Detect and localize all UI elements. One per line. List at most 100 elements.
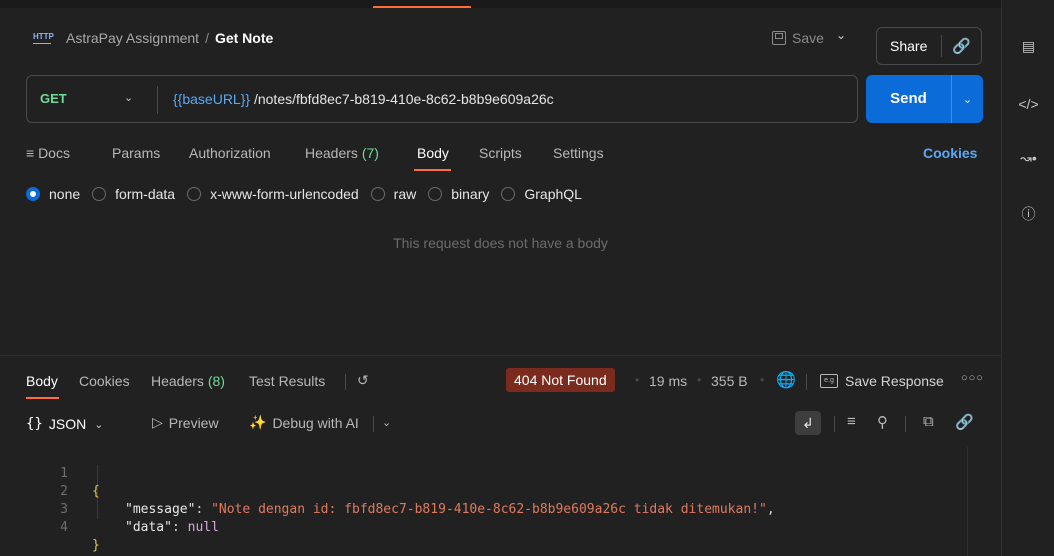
- tab-params[interactable]: Params: [112, 145, 160, 161]
- save-button[interactable]: Save: [772, 26, 824, 50]
- radio-graphql-label: GraphQL: [524, 186, 582, 202]
- send-group: Send ⌄: [866, 75, 983, 123]
- response-size[interactable]: 355 B: [711, 373, 748, 389]
- debug-with-ai-label: Debug with AI: [272, 414, 359, 431]
- response-tab-headers-label: Headers: [151, 373, 204, 389]
- filter-icon[interactable]: ≡: [847, 413, 856, 430]
- globe-icon[interactable]: 🌐: [776, 370, 796, 390]
- line-number: 4: [60, 520, 68, 535]
- response-time[interactable]: 19 ms: [649, 373, 687, 389]
- code-icon[interactable]: </>: [1002, 92, 1054, 116]
- format-select[interactable]: {} JSON ⌄: [26, 412, 103, 436]
- method-select[interactable]: GET: [40, 91, 67, 106]
- play-icon: ▷: [152, 414, 163, 430]
- separator-dot: •: [697, 373, 702, 387]
- body-type-options: none form-data x-www-form-urlencoded raw…: [26, 184, 594, 204]
- history-icon[interactable]: ↺: [357, 372, 369, 389]
- more-options-icon[interactable]: ○○○: [961, 372, 984, 384]
- wrap-lines-icon[interactable]: ↲: [795, 411, 821, 435]
- editor-scrollbar[interactable]: [967, 447, 968, 556]
- response-tab-cookies[interactable]: Cookies: [79, 373, 130, 389]
- url-input[interactable]: {{baseURL}} /notes/fbfd8ec7-b819-410e-8c…: [173, 91, 554, 107]
- tab-body[interactable]: Body: [417, 145, 449, 161]
- tab-settings[interactable]: Settings: [553, 145, 604, 161]
- radio-raw[interactable]: raw: [370, 186, 417, 202]
- code-text: "message": "Note dengan id: fbfd8ec7-b81…: [125, 502, 775, 517]
- search-icon[interactable]: ⚲: [877, 413, 888, 431]
- code-text: {: [92, 484, 100, 499]
- save-label: Save: [792, 30, 824, 46]
- radio-graphql[interactable]: GraphQL: [501, 186, 582, 202]
- response-body-tab-underline: [26, 397, 59, 399]
- radio-urlencoded[interactable]: x-www-form-urlencoded: [187, 186, 359, 202]
- breadcrumb-request-name[interactable]: Get Note: [215, 30, 273, 46]
- radio-binary[interactable]: binary: [428, 186, 489, 202]
- copy-link-icon[interactable]: 🔗: [942, 37, 981, 55]
- copy-icon[interactable]: ⧉: [923, 413, 934, 430]
- cookies-link[interactable]: Cookies: [923, 145, 977, 161]
- radio-icon: [92, 187, 107, 201]
- tab-docs-label: Docs: [38, 145, 70, 161]
- radio-none[interactable]: none: [26, 186, 80, 202]
- http-request-icon: HTTP: [33, 30, 54, 44]
- save-options-chevron-icon[interactable]: ⌄: [836, 28, 846, 42]
- breadcrumb-separator: /: [205, 30, 209, 46]
- tab-scripts[interactable]: Scripts: [479, 145, 522, 161]
- divider: [806, 374, 807, 390]
- url-divider: [157, 86, 158, 114]
- tab-headers[interactable]: Headers (7): [305, 145, 379, 161]
- info-icon[interactable]: ⓘ: [1002, 202, 1054, 226]
- json-comma: ,: [766, 502, 775, 517]
- top-strip: [0, 0, 1001, 8]
- radio-urlencoded-label: x-www-form-urlencoded: [210, 186, 359, 202]
- status-badge[interactable]: 404 Not Found: [506, 368, 615, 392]
- response-tab-headers-count: (8): [207, 373, 225, 389]
- radio-raw-label: raw: [393, 186, 417, 202]
- response-tab-headers[interactable]: Headers (8): [151, 373, 225, 389]
- json-key: "message": [125, 502, 196, 517]
- radio-form-data-label: form-data: [115, 186, 176, 202]
- save-response-button[interactable]: Save Response: [845, 373, 944, 389]
- method-chevron-down-icon[interactable]: ⌄: [124, 91, 133, 104]
- format-label: JSON: [48, 416, 87, 432]
- response-tab-body[interactable]: Body: [26, 373, 58, 389]
- radio-selected-icon: [26, 187, 40, 201]
- response-divider[interactable]: [0, 355, 1001, 356]
- url-variable: {{baseURL}}: [173, 91, 251, 107]
- code-text: }: [92, 538, 100, 553]
- preview-button[interactable]: ▷ Preview: [152, 414, 219, 431]
- share-group: Share 🔗: [876, 27, 982, 65]
- braces-icon: {}: [26, 416, 43, 432]
- request-header: HTTP AstraPay Assignment / Get Note Save ⌄…: [0, 8, 1001, 68]
- response-code-editor[interactable]: 1 { 2 "message": "Note dengan id: fbfd8e…: [26, 447, 968, 556]
- related-collections-icon[interactable]: ↝•: [1002, 146, 1054, 170]
- send-options-chevron-icon[interactable]: ⌄: [952, 93, 983, 106]
- radio-icon: [501, 187, 516, 201]
- radio-form-data[interactable]: form-data: [92, 186, 175, 202]
- divider: [905, 416, 906, 432]
- debug-options-chevron-icon[interactable]: ⌄: [382, 416, 391, 429]
- documentation-icon[interactable]: ▤: [1002, 34, 1054, 58]
- divider: [345, 374, 346, 390]
- tab-headers-count: (7): [361, 145, 379, 161]
- preview-label: Preview: [168, 414, 219, 431]
- tab-authorization[interactable]: Authorization: [189, 145, 271, 161]
- link-icon[interactable]: 🔗: [955, 413, 974, 431]
- debug-with-ai-button[interactable]: ✨ Debug with AI: [249, 414, 359, 431]
- ai-sparkle-icon: ✨: [249, 414, 267, 430]
- send-button[interactable]: Send: [866, 75, 952, 123]
- code-line: 3 "data": null: [26, 483, 219, 535]
- radio-icon: [370, 187, 385, 201]
- divider: [834, 416, 835, 432]
- radio-icon: [428, 187, 443, 201]
- code-line: 4 }: [26, 501, 100, 553]
- breadcrumb-collection[interactable]: AstraPay Assignment: [66, 30, 199, 46]
- response-tab-test-results[interactable]: Test Results: [249, 373, 325, 389]
- code-line: 1 {: [26, 447, 100, 499]
- json-null-value: null: [187, 520, 219, 535]
- breadcrumb: AstraPay Assignment / Get Note: [66, 30, 273, 46]
- json-string-value: "Note dengan id: fbfd8ec7-b819-410e-8c62…: [211, 502, 767, 517]
- share-button[interactable]: Share: [877, 35, 943, 57]
- tab-headers-label: Headers: [305, 145, 358, 161]
- tab-docs[interactable]: ≡ Docs: [26, 145, 70, 161]
